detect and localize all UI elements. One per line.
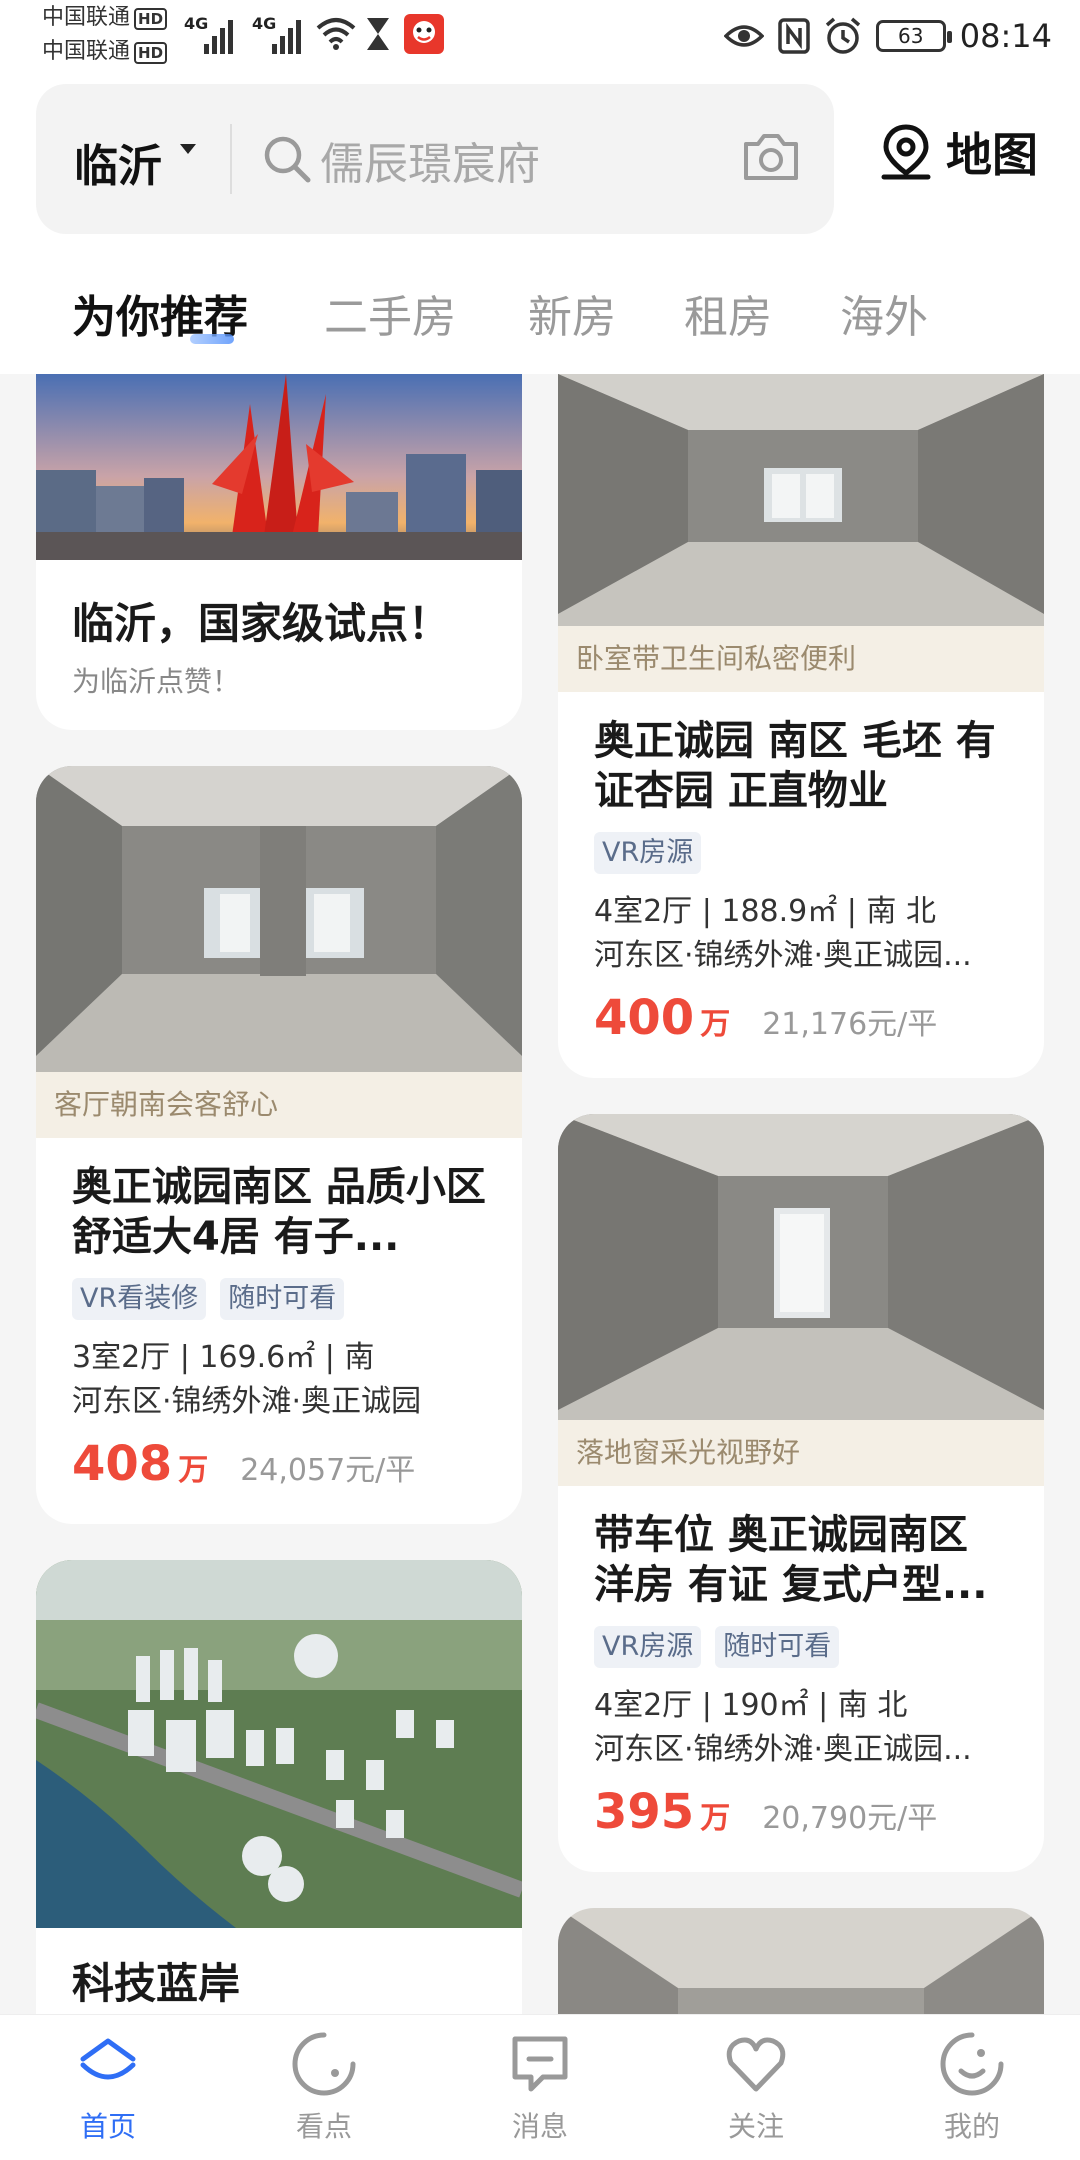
highlights-icon bbox=[292, 2032, 356, 2096]
search-input[interactable]: 儒辰璟宸府 bbox=[320, 128, 540, 192]
price-value: 395 bbox=[594, 1784, 695, 1840]
nav-home[interactable]: 首页 bbox=[38, 2031, 178, 2145]
nav-profile-label: 我的 bbox=[943, 2110, 1000, 2143]
nav-favorites-label: 关注 bbox=[727, 2110, 784, 2143]
nav-home-label: 首页 bbox=[79, 2110, 136, 2143]
project-rendering bbox=[36, 1560, 522, 1928]
listing-price: 400 万 21,176元/平 bbox=[594, 990, 937, 1046]
signal-icon bbox=[272, 14, 306, 54]
listing-title: 奥正诚园 南区 毛坯 有证杏园 正直物业 bbox=[594, 718, 996, 814]
promo-subtitle: 为临沂点赞！ bbox=[72, 665, 241, 698]
camera-icon[interactable] bbox=[742, 130, 800, 182]
listing-location: 河东区·锦绣外滩·奥正诚园... bbox=[594, 938, 972, 973]
unit-price: 20,790元/平 bbox=[762, 1801, 938, 1836]
promo-card[interactable]: 临沂，国家级试点！ 为临沂点赞！ bbox=[36, 374, 522, 730]
tab-rentals[interactable]: 租房 bbox=[684, 278, 772, 358]
bottom-navigation: 首页 看点 消息 关注 我的 bbox=[0, 2014, 1080, 2160]
status-bar: 中国联通 HD 中国联通 HD 4G 4G 63 08:14 bbox=[0, 0, 1080, 72]
listing-price: 395 万 20,790元/平 bbox=[594, 1784, 937, 1840]
alarm-icon bbox=[825, 17, 860, 54]
listing-tag: 随时可看 bbox=[220, 1278, 345, 1320]
listing-photo bbox=[558, 1114, 1044, 1420]
search-bar[interactable]: 临沂 儒辰璟宸府 bbox=[36, 84, 834, 234]
unit-price: 24,057元/平 bbox=[240, 1453, 416, 1488]
nav-favorites[interactable]: 关注 bbox=[686, 2031, 826, 2145]
eye-comfort-icon bbox=[723, 25, 764, 47]
price-value: 400 bbox=[594, 990, 695, 1046]
location-pin-icon bbox=[881, 124, 931, 180]
nav-highlights[interactable]: 看点 bbox=[254, 2031, 394, 2145]
carrier-2: 中国联通 HD bbox=[42, 38, 168, 66]
listing-caption: 落地窗采光视野好 bbox=[558, 1420, 1044, 1486]
profile-icon bbox=[940, 2032, 1004, 2096]
listing-title: 带车位 奥正诚园南区 洋房 有证 复式户型... bbox=[594, 1512, 988, 1608]
map-button[interactable]: 地图 bbox=[880, 112, 1038, 192]
tab-new-homes[interactable]: 新房 bbox=[528, 278, 616, 358]
listing-tags: VR房源 随时可看 bbox=[594, 1626, 840, 1668]
nav-messages[interactable]: 消息 bbox=[470, 2031, 610, 2145]
listing-title: 奥正诚园南区 品质小区 舒适大4居 有子... bbox=[72, 1164, 486, 1260]
listing-tags: VR看装修 随时可看 bbox=[72, 1278, 345, 1320]
listing-photo bbox=[36, 766, 522, 1072]
home-icon bbox=[80, 2038, 136, 2080]
listing-tag: VR房源 bbox=[594, 832, 702, 874]
listing-layout: 4室2厅 | 190㎡ | 南 北 bbox=[594, 1688, 908, 1723]
listing-card[interactable]: 客厅朝南会客舒心 奥正诚园南区 品质小区 舒适大4居 有子... VR看装修 随… bbox=[36, 766, 522, 1524]
price-unit: 万 bbox=[700, 1007, 731, 1042]
project-title: 科技蓝岸 bbox=[72, 1959, 241, 2008]
wifi-icon bbox=[316, 18, 356, 50]
listing-caption: 客厅朝南会客舒心 bbox=[36, 1072, 522, 1138]
listing-layout: 4室2厅 | 188.9㎡ | 南 北 bbox=[594, 894, 936, 929]
nfc-icon bbox=[778, 18, 810, 54]
unit-price: 21,176元/平 bbox=[762, 1007, 938, 1042]
dropdown-arrow-icon bbox=[180, 144, 196, 154]
listing-caption: 卧室带卫生间私密便利 bbox=[558, 626, 1044, 692]
app-notification-icon bbox=[404, 14, 444, 54]
promo-title: 临沂，国家级试点！ bbox=[72, 599, 451, 648]
header: 临沂 儒辰璟宸府 地图 为你推荐 二手房 新房 租房 海外 bbox=[0, 72, 1080, 374]
carrier-1: 中国联通 HD bbox=[42, 4, 168, 32]
status-icons-right: 63 08:14 bbox=[723, 14, 1052, 58]
listing-tag: VR房源 bbox=[594, 1626, 702, 1668]
listing-card[interactable]: 落地窗采光视野好 带车位 奥正诚园南区 洋房 有证 复式户型... VR房源 随… bbox=[558, 1114, 1044, 1872]
listing-tag: VR看装修 bbox=[72, 1278, 207, 1320]
hourglass-icon bbox=[367, 18, 389, 50]
status-time: 08:14 bbox=[959, 17, 1052, 55]
nav-messages-label: 消息 bbox=[511, 2110, 568, 2143]
listing-card[interactable]: 卧室带卫生间私密便利 奥正诚园 南区 毛坯 有证杏园 正直物业 VR房源 4室2… bbox=[558, 374, 1044, 1078]
search-divider bbox=[230, 124, 232, 194]
listing-tags: VR房源 bbox=[594, 832, 702, 874]
listing-tag: 随时可看 bbox=[715, 1626, 840, 1668]
battery-icon: 63 bbox=[875, 20, 952, 52]
city-selector[interactable]: 临沂 bbox=[74, 130, 162, 194]
signal-icon bbox=[204, 14, 238, 54]
listing-location: 河东区·锦绣外滩·奥正诚园... bbox=[594, 1732, 972, 1767]
map-label: 地图 bbox=[946, 128, 1038, 182]
search-icon bbox=[264, 136, 311, 183]
message-icon bbox=[512, 2036, 568, 2092]
tab-second-hand[interactable]: 二手房 bbox=[324, 278, 456, 358]
price-unit: 万 bbox=[700, 1801, 731, 1836]
price-unit: 万 bbox=[178, 1453, 209, 1488]
listing-price: 408 万 24,057元/平 bbox=[72, 1436, 415, 1492]
tab-recommended[interactable]: 为你推荐 bbox=[72, 278, 248, 358]
nav-profile[interactable]: 我的 bbox=[902, 2031, 1042, 2145]
listing-location: 河东区·锦绣外滩·奥正诚园 bbox=[72, 1384, 422, 1419]
promo-image bbox=[36, 374, 522, 560]
category-tabs: 为你推荐 二手房 新房 租房 海外 bbox=[0, 278, 1080, 358]
listing-layout: 3室2厅 | 169.6㎡ | 南 bbox=[72, 1340, 375, 1375]
heart-icon bbox=[726, 2037, 786, 2092]
price-value: 408 bbox=[72, 1436, 173, 1492]
nav-highlights-label: 看点 bbox=[295, 2110, 352, 2143]
tab-overseas[interactable]: 海外 bbox=[840, 278, 928, 358]
listing-photo bbox=[558, 374, 1044, 626]
